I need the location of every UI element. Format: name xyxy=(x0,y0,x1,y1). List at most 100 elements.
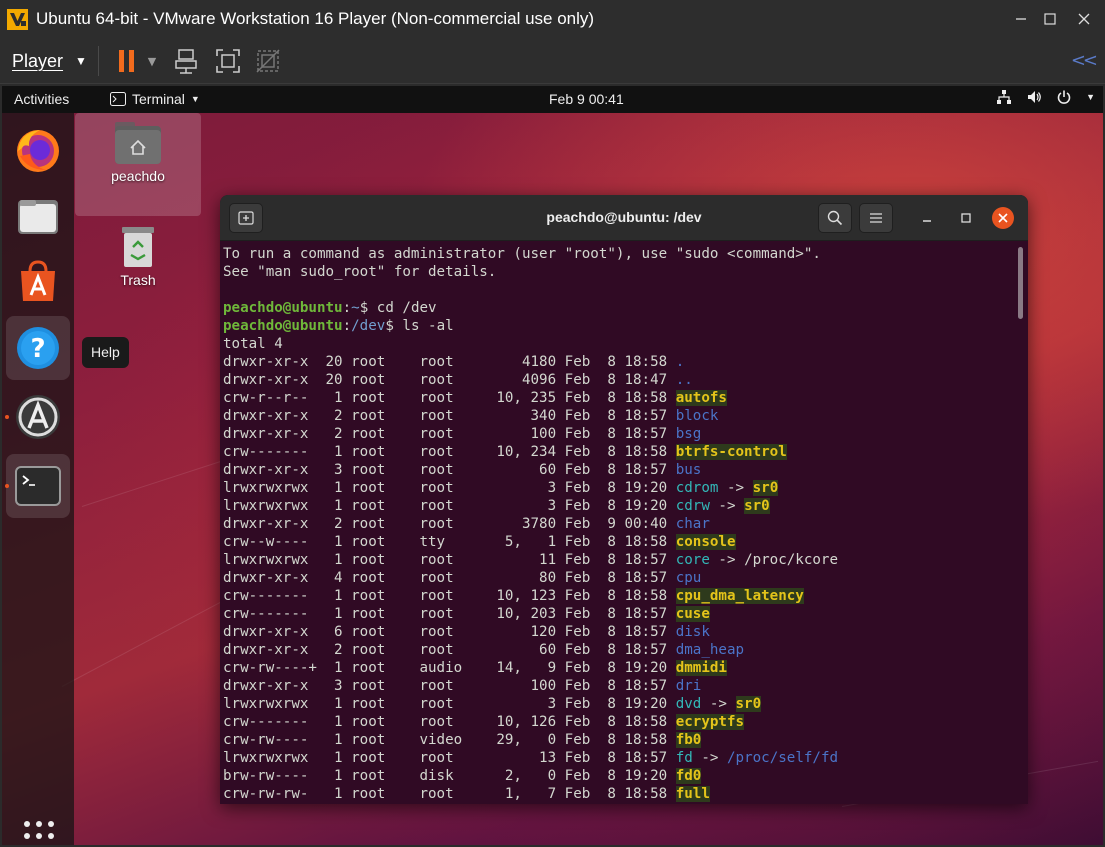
dock: ? xyxy=(2,113,74,845)
player-menu[interactable]: Player ▼ xyxy=(6,47,93,75)
ls-row-name: dvd xyxy=(675,696,702,712)
ls-row: lrwxrwxrwx 1 root root 3 Feb 8 19:20 dvd… xyxy=(223,695,1013,713)
ls-link-target: /proc/self/fd xyxy=(726,750,839,766)
terminal-scrollbar[interactable] xyxy=(1018,247,1023,319)
dock-item-help[interactable]: ? xyxy=(6,316,70,380)
show-applications-icon[interactable] xyxy=(22,819,56,845)
dock-item-terminal[interactable] xyxy=(5,454,70,518)
ls-row: crw------- 1 root root 10, 123 Feb 8 18:… xyxy=(223,587,1013,605)
ls-row-details: drwxr-xr-x 2 root root 3780 Feb 9 00:40 xyxy=(223,516,676,532)
ls-row-details: lrwxrwxrwx 1 root root 11 Feb 8 18:57 xyxy=(223,552,676,568)
vmware-titlebar: Ubuntu 64-bit - VMware Workstation 16 Pl… xyxy=(0,0,1105,38)
ls-row-name: cdrw xyxy=(675,498,710,514)
unity-button[interactable] xyxy=(253,46,283,76)
activities-button[interactable]: Activities xyxy=(14,91,69,107)
prompt-symbol: $ xyxy=(385,318,403,334)
ls-row-name: fb0 xyxy=(675,732,702,748)
unity-mode-icon xyxy=(256,49,280,73)
dock-item-firefox[interactable] xyxy=(6,118,70,182)
send-ctrl-alt-del-icon xyxy=(175,49,197,74)
fit-guest-icon xyxy=(216,49,240,73)
ls-total: total 4 xyxy=(223,336,283,352)
terminal-minimize-button[interactable] xyxy=(914,205,940,231)
ls-row-name: ecryptfs xyxy=(675,714,745,730)
maximize-button[interactable] xyxy=(1037,6,1063,32)
ls-row: drwxr-xr-x 3 root root 100 Feb 8 18:57 d… xyxy=(223,677,1013,695)
minimize-button[interactable] xyxy=(1008,6,1034,32)
terminal-maximize-button[interactable] xyxy=(953,205,979,231)
terminal-output[interactable]: To run a command as administrator (user … xyxy=(223,245,1013,803)
ls-row: drwxr-xr-x 2 root root 100 Feb 8 18:57 b… xyxy=(223,425,1013,443)
ls-row-name: char xyxy=(675,516,710,532)
ls-link-target: /proc/kcore xyxy=(744,552,839,568)
minimize-icon xyxy=(1016,18,1026,20)
prompt-separator: : xyxy=(342,318,352,334)
vmware-toolbar: Player ▼ ▼ << xyxy=(0,38,1105,84)
terminal-close-button[interactable] xyxy=(992,207,1014,229)
search-button[interactable] xyxy=(818,203,852,233)
guest-screen[interactable]: Activities Terminal ▼ Feb 9 00:41 ▼ ? He… xyxy=(2,86,1103,845)
running-indicator xyxy=(5,415,9,419)
ls-row-details: crw------- 1 root root 10, 234 Feb 8 18:… xyxy=(223,444,676,460)
desktop-trash[interactable]: Trash xyxy=(75,223,201,288)
clock[interactable]: Feb 9 00:41 xyxy=(549,91,624,107)
search-icon xyxy=(827,210,843,226)
desktop-home-folder[interactable]: peachdo xyxy=(75,113,201,216)
terminal-prompt-line: peachdo@ubuntu:~$ cd /dev xyxy=(223,299,1013,317)
chevron-down-icon: ▼ xyxy=(75,54,87,68)
ls-link-target: sr0 xyxy=(735,696,762,712)
system-tray[interactable]: ▼ xyxy=(996,89,1095,105)
ls-row: drwxr-xr-x 4 root root 80 Feb 8 18:57 cp… xyxy=(223,569,1013,587)
ls-row: lrwxrwxrwx 1 root root 13 Feb 8 18:57 fd… xyxy=(223,749,1013,767)
terminal-window[interactable]: peachdo@ubuntu: /dev To run a command as… xyxy=(220,195,1028,804)
send-ctrl-alt-del-button[interactable] xyxy=(172,46,202,76)
chevron-down-icon: ▼ xyxy=(190,94,200,104)
dock-item-ubuntu-software[interactable] xyxy=(6,250,70,314)
player-menu-label: Player xyxy=(12,50,64,71)
ls-row-name: dma_heap xyxy=(675,642,745,658)
close-window-button[interactable] xyxy=(1071,6,1097,32)
dock-item-software-updater[interactable] xyxy=(5,385,70,449)
help-icon: ? xyxy=(17,327,59,369)
ls-row-details: crw-rw---- 1 root video 29, 0 Feb 8 18:5… xyxy=(223,732,676,748)
close-icon xyxy=(1078,13,1090,25)
dock-item-files[interactable] xyxy=(6,184,70,248)
ls-row-details: drwxr-xr-x 2 root root 60 Feb 8 18:57 xyxy=(223,642,676,658)
ls-row: crw-r--r-- 1 root root 10, 235 Feb 8 18:… xyxy=(223,389,1013,407)
intro-text: To run a command as administrator (user … xyxy=(223,246,821,262)
ls-row: drwxr-xr-x 6 root root 120 Feb 8 18:57 d… xyxy=(223,623,1013,641)
ls-link-arrow: -> xyxy=(709,552,745,568)
pause-button[interactable] xyxy=(112,46,142,76)
maximize-icon xyxy=(1044,13,1056,25)
full-screen-button[interactable] xyxy=(213,46,243,76)
app-menu[interactable]: Terminal ▼ xyxy=(110,91,200,107)
power-options-dropdown[interactable]: ▼ xyxy=(143,46,161,76)
ls-row-name: cpu_dma_latency xyxy=(675,588,804,604)
ls-row-name: btrfs-control xyxy=(675,444,787,460)
ls-row-name: fd xyxy=(675,750,693,766)
collapse-toolbar-button[interactable]: << xyxy=(1071,50,1098,71)
volume-icon xyxy=(1028,91,1041,103)
ls-link-target: sr0 xyxy=(744,498,770,514)
terminal-total-line: total 4 xyxy=(223,335,1013,353)
terminal-headerbar[interactable]: peachdo@ubuntu: /dev xyxy=(220,195,1028,241)
ls-row: drwxr-xr-x 20 root root 4096 Feb 8 18:47… xyxy=(223,371,1013,389)
ls-row-details: crw-r--r-- 1 root root 10, 235 Feb 8 18:… xyxy=(223,390,676,406)
terminal-intro-line: To run a command as administrator (user … xyxy=(223,245,1013,263)
ls-row: drwxr-xr-x 2 root root 340 Feb 8 18:57 b… xyxy=(223,407,1013,425)
gnome-top-bar: Activities Terminal ▼ Feb 9 00:41 ▼ xyxy=(2,86,1103,113)
ls-row-name: bus xyxy=(675,462,702,478)
ls-row-name: block xyxy=(675,408,719,424)
ls-row-details: crw-rw----+ 1 root audio 14, 9 Feb 8 19:… xyxy=(223,660,676,676)
files-icon xyxy=(18,200,58,234)
ls-link-target: sr0 xyxy=(752,480,779,496)
ls-row: crw-rw---- 1 root video 29, 0 Feb 8 18:5… xyxy=(223,731,1013,749)
ls-row-name: full xyxy=(675,786,710,802)
pause-icon xyxy=(119,50,134,72)
ls-row-details: drwxr-xr-x 6 root root 120 Feb 8 18:57 xyxy=(223,624,676,640)
toolbar-divider xyxy=(98,46,99,76)
ls-row: crw------- 1 root root 10, 203 Feb 8 18:… xyxy=(223,605,1013,623)
hamburger-menu-button[interactable] xyxy=(859,203,893,233)
ls-row-details: drwxr-xr-x 20 root root 4096 Feb 8 18:47 xyxy=(223,372,676,388)
prompt-path: ~ xyxy=(351,300,360,316)
